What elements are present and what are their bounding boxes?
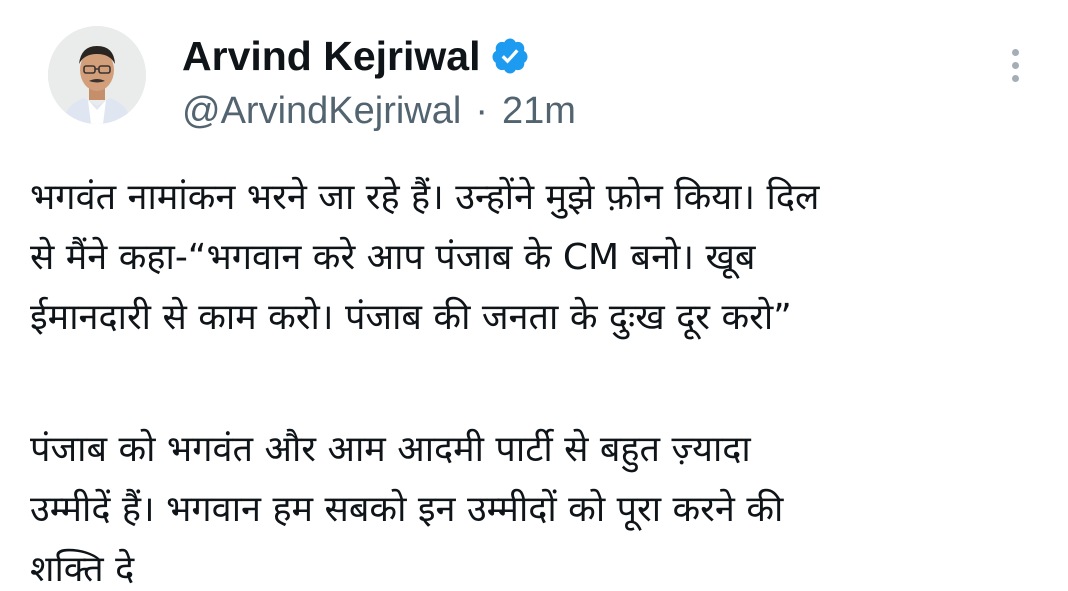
tweet-line: भगवंत नामांकन भरने जा रहे हैं। उन्होंने … — [30, 177, 820, 218]
tweet-card: Arvind Kejriwal @ArvindKejriwal · 21m भग… — [0, 0, 1068, 591]
author-avatar[interactable] — [48, 26, 146, 124]
author-display-name[interactable]: Arvind Kejriwal — [182, 30, 480, 82]
tweet-body: भगवंत नामांकन भरने जा रहे हैं। उन्होंने … — [30, 168, 1040, 591]
more-dot — [1011, 48, 1019, 56]
more-options-icon[interactable] — [1000, 42, 1030, 88]
verified-badge-icon — [490, 36, 530, 76]
more-dot — [1011, 74, 1019, 82]
author-name-row: Arvind Kejriwal — [182, 30, 530, 82]
tweet-line: पंजाब को भगवंत और आम आदमी पार्टी से बहुत… — [30, 429, 751, 470]
tweet-line: शक्ति दे — [30, 549, 135, 590]
more-dot — [1011, 61, 1019, 69]
tweet-line: ईमानदारी से काम करो। पंजाब की जनता के दु… — [30, 297, 792, 338]
profile-photo-icon — [48, 26, 146, 124]
tweet-line: से मैंने कहा-“भगवान करे आप पंजाब के CM ब… — [30, 237, 756, 278]
tweet-line: उम्मीदें हैं। भगवान हम सबको इन उम्मीदों … — [30, 489, 784, 530]
author-handle-row: @ArvindKejriwal · 21m — [182, 85, 576, 137]
author-handle[interactable]: @ArvindKejriwal — [182, 90, 461, 133]
separator-dot: · — [475, 89, 488, 132]
tweet-timestamp[interactable]: 21m — [502, 90, 576, 133]
